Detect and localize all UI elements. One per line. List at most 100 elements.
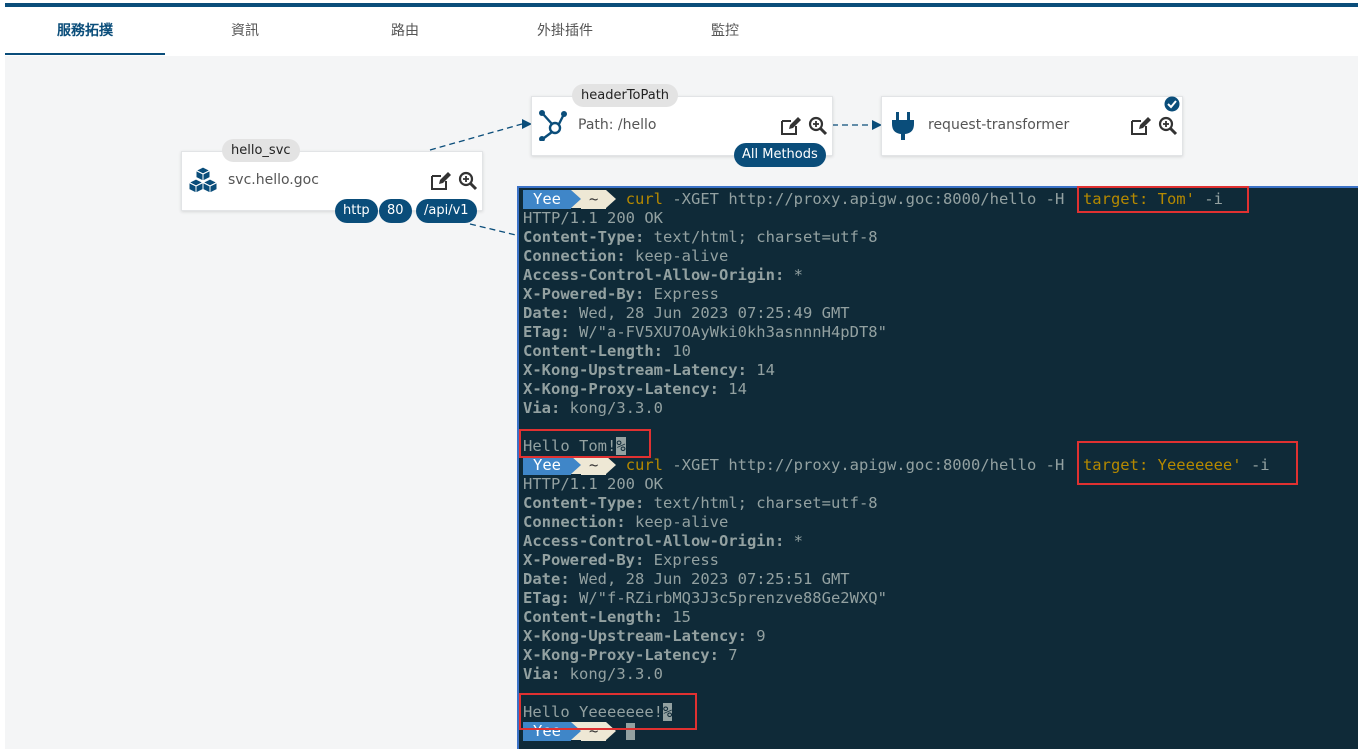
- command-args: -XGET http://proxy.apigw.goc:8000/hello: [663, 456, 1046, 474]
- plugin-name: request-transformer: [928, 117, 1070, 133]
- cubes-icon: [187, 166, 219, 198]
- command-args: -XGET http://proxy.apigw.goc:8000/hello: [663, 190, 1046, 208]
- response-header-line: X-Powered-By: Express: [523, 551, 719, 570]
- response-header-line: Content-Length: 10: [523, 342, 691, 361]
- response-header-line: X-Kong-Upstream-Latency: 9: [523, 627, 766, 646]
- port-badge: 80: [379, 199, 412, 223]
- header-value: W/"f-RZirbMQ3J3c5prenzve88Ge2WXQ": [569, 589, 887, 607]
- header-value: keep-alive: [625, 513, 729, 531]
- prompt-separator: [606, 456, 617, 474]
- header-value: Express: [644, 551, 719, 569]
- response-header-line: Content-Length: 15: [523, 608, 691, 627]
- header-key: X-Kong-Proxy-Latency:: [523, 646, 719, 664]
- response-header-line: Connection: keep-alive: [523, 247, 728, 266]
- header-value: Express: [644, 285, 719, 303]
- header-key: Connection:: [523, 247, 626, 265]
- header-key: Access-Control-Allow-Origin:: [523, 532, 785, 550]
- zoom-in-icon[interactable]: [808, 116, 828, 140]
- response-header-line: Via: kong/3.3.0: [523, 399, 663, 418]
- header-key: Content-Type:: [523, 228, 645, 246]
- highlight-box: [519, 429, 651, 458]
- edit-icon[interactable]: [1130, 116, 1152, 140]
- response-header-line: Content-Type: text/html; charset=utf-8: [523, 228, 878, 247]
- plugin-card[interactable]: request-transformer: [881, 96, 1183, 156]
- header-key: Content-Length:: [523, 608, 663, 626]
- header-value: HTTP/1.1 200 OK: [523, 475, 663, 493]
- header-value: 9: [746, 627, 766, 645]
- header-key: X-Kong-Proxy-Latency:: [523, 380, 719, 398]
- header-value: 14: [746, 361, 775, 379]
- response-header-line: Access-Control-Allow-Origin: *: [523, 532, 803, 551]
- protocol-badge: http: [335, 199, 378, 223]
- highlight-box: [1077, 186, 1249, 213]
- command-name: curl: [625, 190, 664, 208]
- prompt-dir: ~: [581, 456, 607, 475]
- response-header-line: X-Kong-Proxy-Latency: 14: [523, 380, 747, 399]
- edit-icon[interactable]: [430, 171, 452, 195]
- response-header-line: Via: kong/3.3.0: [523, 665, 663, 684]
- hub-icon: [538, 109, 568, 145]
- response-header-line: X-Kong-Upstream-Latency: 14: [523, 361, 775, 380]
- header-value: kong/3.3.0: [560, 399, 663, 417]
- enabled-check-icon: [1164, 96, 1180, 116]
- header-key: X-Powered-By:: [523, 551, 645, 569]
- header-key: Date:: [523, 570, 570, 588]
- header-key: ETag:: [523, 589, 570, 607]
- service-host: svc.hello.goc: [228, 172, 319, 188]
- header-key: Content-Length:: [523, 342, 663, 360]
- service-name-pill: hello_svc: [222, 139, 300, 162]
- header-value: kong/3.3.0: [560, 665, 663, 683]
- header-value: text/html; charset=utf-8: [644, 494, 878, 512]
- prompt-user: Yee: [523, 456, 571, 475]
- highlight-box: [1077, 441, 1298, 485]
- command-flag: -H: [1045, 456, 1065, 474]
- response-header-line: Access-Control-Allow-Origin: *: [523, 266, 803, 285]
- header-value: text/html; charset=utf-8: [644, 228, 878, 246]
- header-key: ETag:: [523, 323, 570, 341]
- prompt-separator: [606, 190, 617, 208]
- header-key: X-Kong-Upstream-Latency:: [523, 627, 747, 645]
- response-header-line: HTTP/1.1 200 OK: [523, 475, 663, 494]
- response-header-line: Date: Wed, 28 Jun 2023 07:25:51 GMT: [523, 570, 850, 589]
- header-key: Date:: [523, 304, 570, 322]
- route-name-pill: headerToPath: [572, 84, 679, 107]
- response-header-line: ETag: W/"a-FV5XU7OAyWki0kh3asnnnH4pDT8": [523, 323, 887, 342]
- header-value: *: [784, 266, 803, 284]
- header-key: Via:: [523, 665, 561, 683]
- command-name: curl: [625, 456, 664, 474]
- response-header-line: X-Kong-Proxy-Latency: 7: [523, 646, 738, 665]
- zoom-in-icon[interactable]: [458, 171, 478, 195]
- prompt-dir: ~: [581, 190, 607, 209]
- header-value: keep-alive: [625, 247, 729, 265]
- header-value: W/"a-FV5XU7OAyWki0kh3asnnnH4pDT8": [569, 323, 887, 341]
- header-value: 14: [718, 380, 747, 398]
- prompt-separator: [571, 456, 581, 474]
- response-header-line: Content-Type: text/html; charset=utf-8: [523, 494, 878, 513]
- header-key: X-Kong-Upstream-Latency:: [523, 361, 747, 379]
- header-value: Wed, 28 Jun 2023 07:25:51 GMT: [569, 570, 850, 588]
- header-value: 10: [662, 342, 691, 360]
- header-key: Connection:: [523, 513, 626, 531]
- edit-icon[interactable]: [780, 116, 802, 140]
- header-value: Wed, 28 Jun 2023 07:25:49 GMT: [569, 304, 850, 322]
- response-header-line: ETag: W/"f-RZirbMQ3J3c5prenzve88Ge2WXQ": [523, 589, 887, 608]
- response-header-line: X-Powered-By: Express: [523, 285, 719, 304]
- prompt-separator: [571, 190, 581, 208]
- route-path: Path: /hello: [578, 117, 657, 133]
- header-value: 7: [718, 646, 738, 664]
- header-value: 15: [662, 608, 691, 626]
- header-value: HTTP/1.1 200 OK: [523, 209, 663, 227]
- methods-badge: All Methods: [734, 143, 826, 167]
- plug-icon: [890, 111, 916, 145]
- response-header-line: HTTP/1.1 200 OK: [523, 209, 663, 228]
- header-key: X-Powered-By:: [523, 285, 645, 303]
- response-header-line: Connection: keep-alive: [523, 513, 728, 532]
- zoom-in-icon[interactable]: [1158, 116, 1178, 140]
- header-key: Content-Type:: [523, 494, 645, 512]
- highlight-box: [519, 693, 697, 730]
- header-value: *: [784, 532, 803, 550]
- command-flag: -H: [1045, 190, 1065, 208]
- prompt-user: Yee: [523, 190, 571, 209]
- path-badge: /api/v1: [416, 199, 477, 223]
- header-key: Via:: [523, 399, 561, 417]
